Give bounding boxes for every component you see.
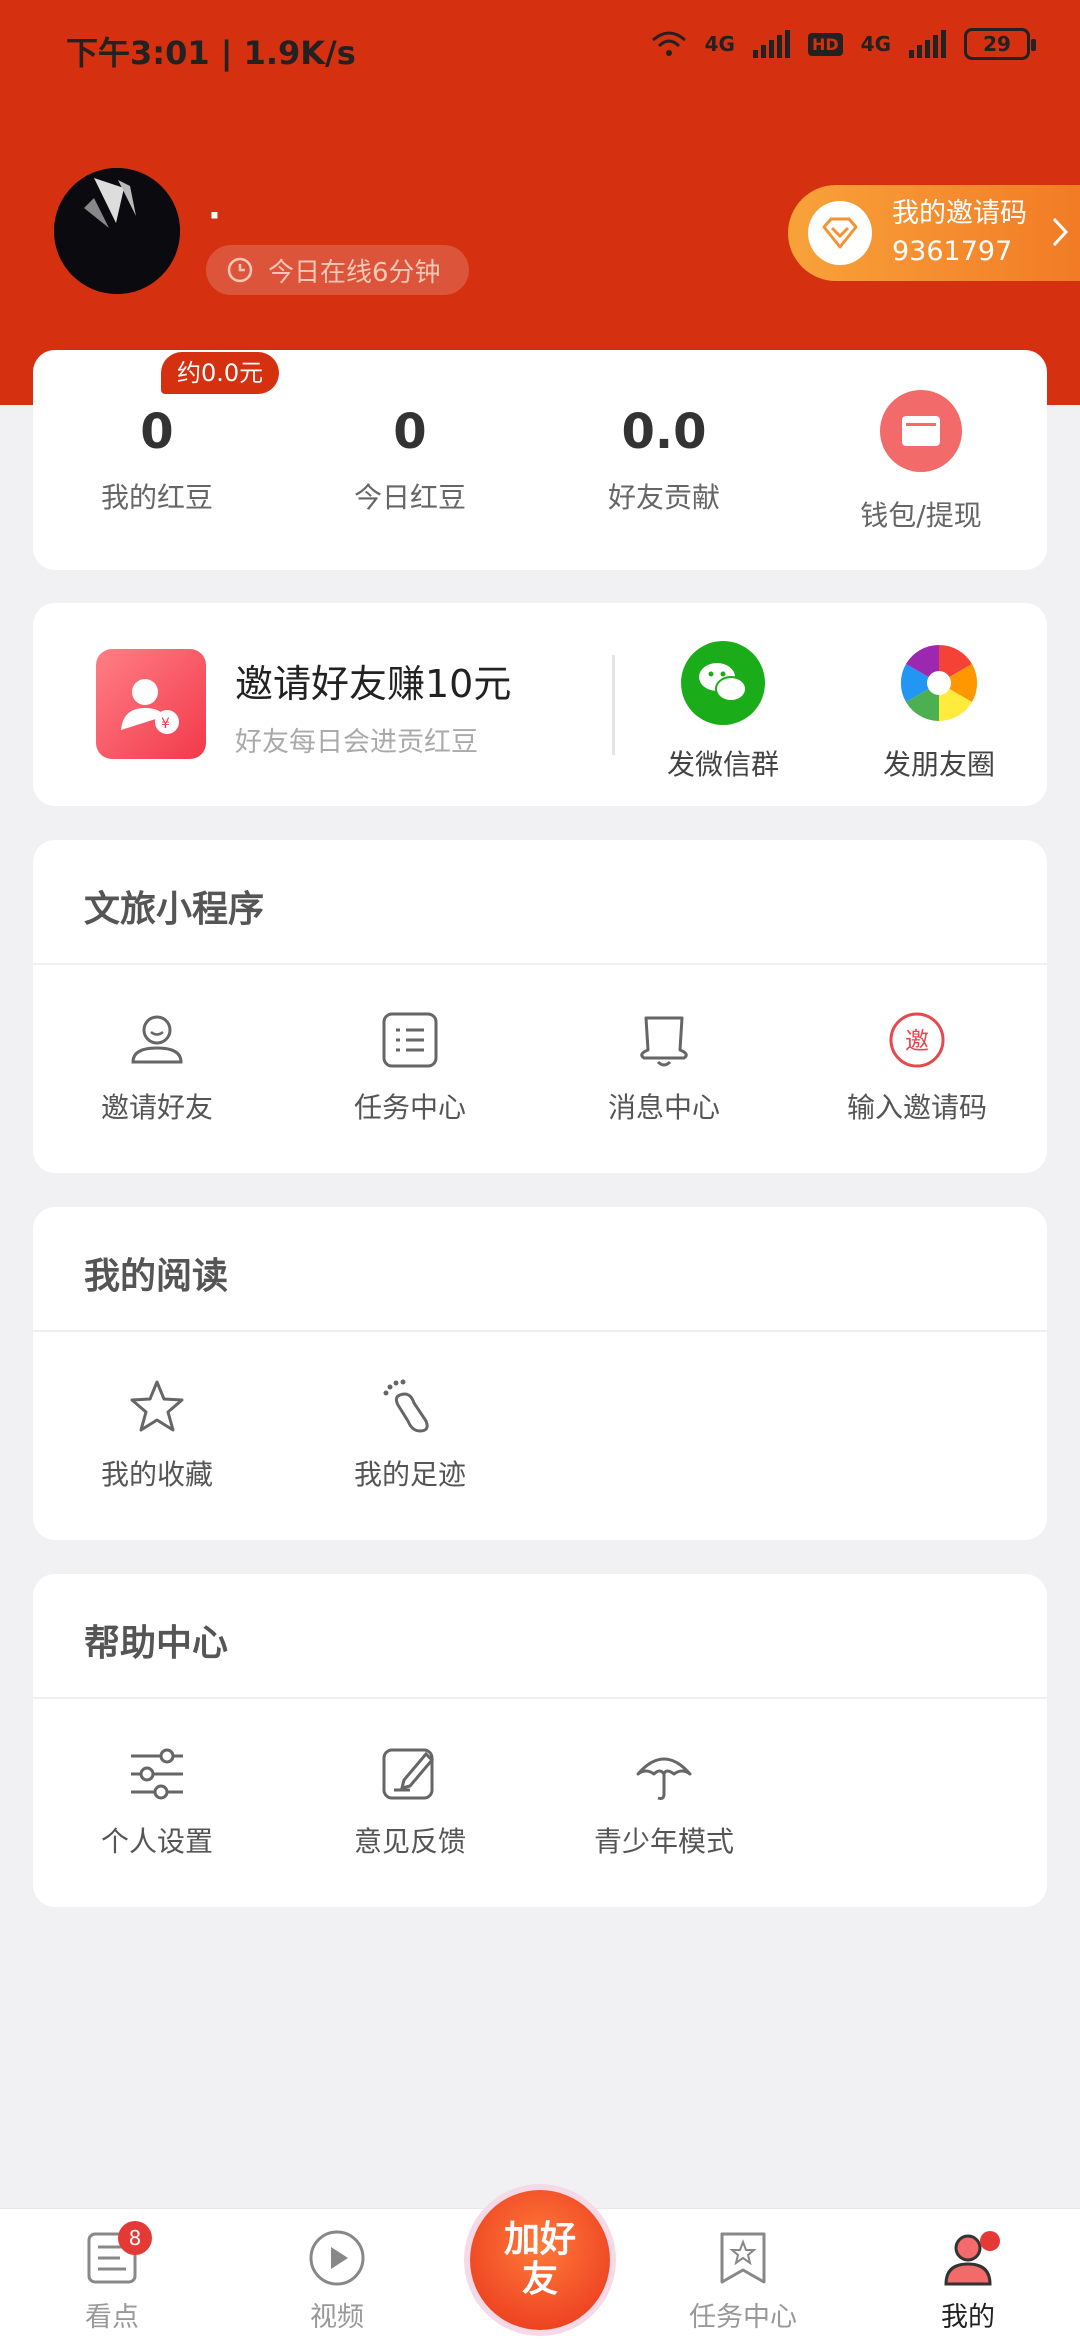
stat-my-beans[interactable]: 0 我的红豆	[37, 402, 277, 516]
mini-program-section: 文旅小程序 邀请好友 任务中心 消息中心 邀 输入邀请码	[33, 840, 1047, 1173]
stat-value: 0	[140, 404, 174, 460]
online-time-pill: 今日在线6分钟	[206, 245, 469, 295]
bookmark-star-icon	[720, 2232, 766, 2284]
stat-label: 我的红豆	[100, 481, 213, 514]
nav-item-video[interactable]: 视频	[257, 2227, 417, 2334]
section-title: 我的阅读	[84, 1256, 229, 1297]
grid-item-label: 邀请好友	[100, 1091, 213, 1124]
add-friend-button[interactable]: 加好友	[470, 2190, 610, 2330]
grid-item-task-center[interactable]: 任务中心	[290, 1008, 530, 1126]
diamond-icon	[808, 201, 872, 265]
grid-item-label: 输入邀请码	[846, 1091, 987, 1124]
wallet-label: 钱包/提现	[860, 499, 982, 532]
edit-icon	[382, 1748, 435, 1800]
grid-item-label: 意见反馈	[353, 1825, 466, 1858]
grid-item-youth-mode[interactable]: 青少年模式	[544, 1742, 784, 1860]
grid-item-label: 个人设置	[100, 1825, 213, 1858]
status-icons: 4G HD 4G 29	[651, 28, 1036, 60]
invite-code-value: 9361797	[892, 236, 1013, 267]
wifi-icon	[651, 31, 686, 56]
nav-label: 我的	[941, 2302, 995, 2333]
signal-icon	[752, 30, 790, 58]
grid-item-label: 任务中心	[353, 1091, 466, 1124]
invite-subtitle: 好友每日会进贡红豆	[235, 727, 478, 758]
bell-icon	[640, 1016, 688, 1067]
nav-label: 任务中心	[689, 2302, 797, 2333]
stat-label: 好友贡献	[607, 481, 720, 514]
grid-item-invite-friend[interactable]: 邀请好友	[37, 1008, 277, 1126]
grid-item-personal-settings[interactable]: 个人设置	[37, 1742, 277, 1860]
section-title: 帮助中心	[84, 1623, 229, 1664]
nav-item-news[interactable]: 8 看点	[32, 2221, 192, 2334]
nav-item-me[interactable]: 我的	[888, 2227, 1048, 2334]
stat-friend-contribution[interactable]: 0.0 好友贡献	[544, 402, 784, 516]
share-moments-button[interactable]: 发朋友圈	[864, 641, 1014, 783]
battery-indicator: 29	[964, 28, 1036, 60]
play-icon	[309, 2230, 365, 2286]
my-reading-section: 我的阅读 我的收藏 我的足迹	[33, 1207, 1047, 1540]
estimate-badge: 约0.0元	[161, 352, 280, 394]
divider	[612, 655, 615, 755]
chevron-right-icon	[1052, 217, 1069, 247]
user-icon	[131, 1015, 183, 1064]
wallet-button[interactable]: 钱包/提现	[841, 390, 1001, 534]
clock-icon	[227, 257, 253, 283]
network-4g-label-2: 4G	[860, 32, 891, 56]
help-center-section: 帮助中心 个人设置 意见反馈 青少年模式	[33, 1574, 1047, 1907]
share-wechat-group-button[interactable]: 发微信群	[648, 641, 798, 783]
hd-badge: HD	[807, 32, 843, 56]
invite-friend-icon: ¥	[96, 649, 206, 759]
footprint-icon	[383, 1379, 429, 1433]
add-friend-label: 加好友	[503, 2219, 576, 2300]
stat-value: 0	[393, 404, 427, 460]
grid-item-footprints[interactable]: 我的足迹	[290, 1375, 530, 1493]
moments-icon	[900, 644, 978, 722]
online-time-text: 今日在线6分钟	[268, 257, 441, 288]
invite-code-icon: 邀	[889, 1012, 945, 1068]
unread-badge: 8	[118, 2221, 152, 2255]
nav-label: 看点	[85, 2302, 139, 2333]
sliders-icon	[131, 1748, 183, 1800]
divider	[33, 963, 1047, 965]
nav-label: 视频	[310, 2302, 364, 2333]
wallet-icon	[880, 390, 962, 472]
grid-item-label: 青少年模式	[593, 1825, 734, 1858]
grid-item-message-center[interactable]: 消息中心	[544, 1008, 784, 1126]
invite-code-label: 我的邀请码	[892, 198, 1027, 229]
avatar-image	[54, 168, 180, 294]
username: ·	[208, 196, 221, 236]
stats-card: 约0.0元 0 我的红豆 0 今日红豆 0.0 好友贡献 钱包/提现	[33, 350, 1047, 570]
wechat-icon	[681, 641, 765, 725]
invite-title[interactable]: 邀请好友赚10元	[235, 653, 511, 708]
invite-glyph: 邀	[905, 1027, 929, 1055]
signal-icon-2	[909, 30, 946, 58]
nav-item-task-center[interactable]: 任务中心	[663, 2227, 823, 2334]
grid-item-enter-invite-code[interactable]: 邀 输入邀请码	[797, 1008, 1037, 1126]
share-moments-label: 发朋友圈	[882, 748, 995, 781]
status-time: 下午3:01 | 1.9K/s	[66, 34, 356, 72]
status-bar: 下午3:01 | 1.9K/s 4G HD 4G 29	[0, 0, 1080, 96]
invite-share-card: ¥ 邀请好友赚10元 好友每日会进贡红豆 发微信群 发朋友圈	[33, 603, 1047, 806]
grid-item-favorites[interactable]: 我的收藏	[37, 1375, 277, 1493]
umbrella-icon	[636, 1757, 692, 1800]
grid-item-label: 消息中心	[607, 1091, 720, 1124]
svg-text:¥: ¥	[161, 716, 170, 732]
section-title: 文旅小程序	[84, 889, 265, 930]
divider	[33, 1697, 1047, 1699]
task-list-icon	[382, 1012, 438, 1068]
share-wechat-group-label: 发微信群	[666, 748, 779, 781]
notification-dot	[980, 2231, 1000, 2251]
invite-code-button[interactable]: 我的邀请码 9361797	[788, 185, 1080, 281]
stat-value: 0.0	[621, 404, 707, 460]
grid-item-feedback[interactable]: 意见反馈	[290, 1742, 530, 1860]
avatar[interactable]	[54, 168, 180, 294]
divider	[33, 1330, 1047, 1332]
network-4g-label: 4G	[704, 32, 735, 56]
stat-label: 今日红豆	[353, 481, 466, 514]
stat-today-beans[interactable]: 0 今日红豆	[290, 402, 530, 516]
grid-item-label: 我的足迹	[353, 1458, 466, 1491]
grid-item-label: 我的收藏	[100, 1458, 213, 1491]
star-icon	[130, 1380, 184, 1432]
